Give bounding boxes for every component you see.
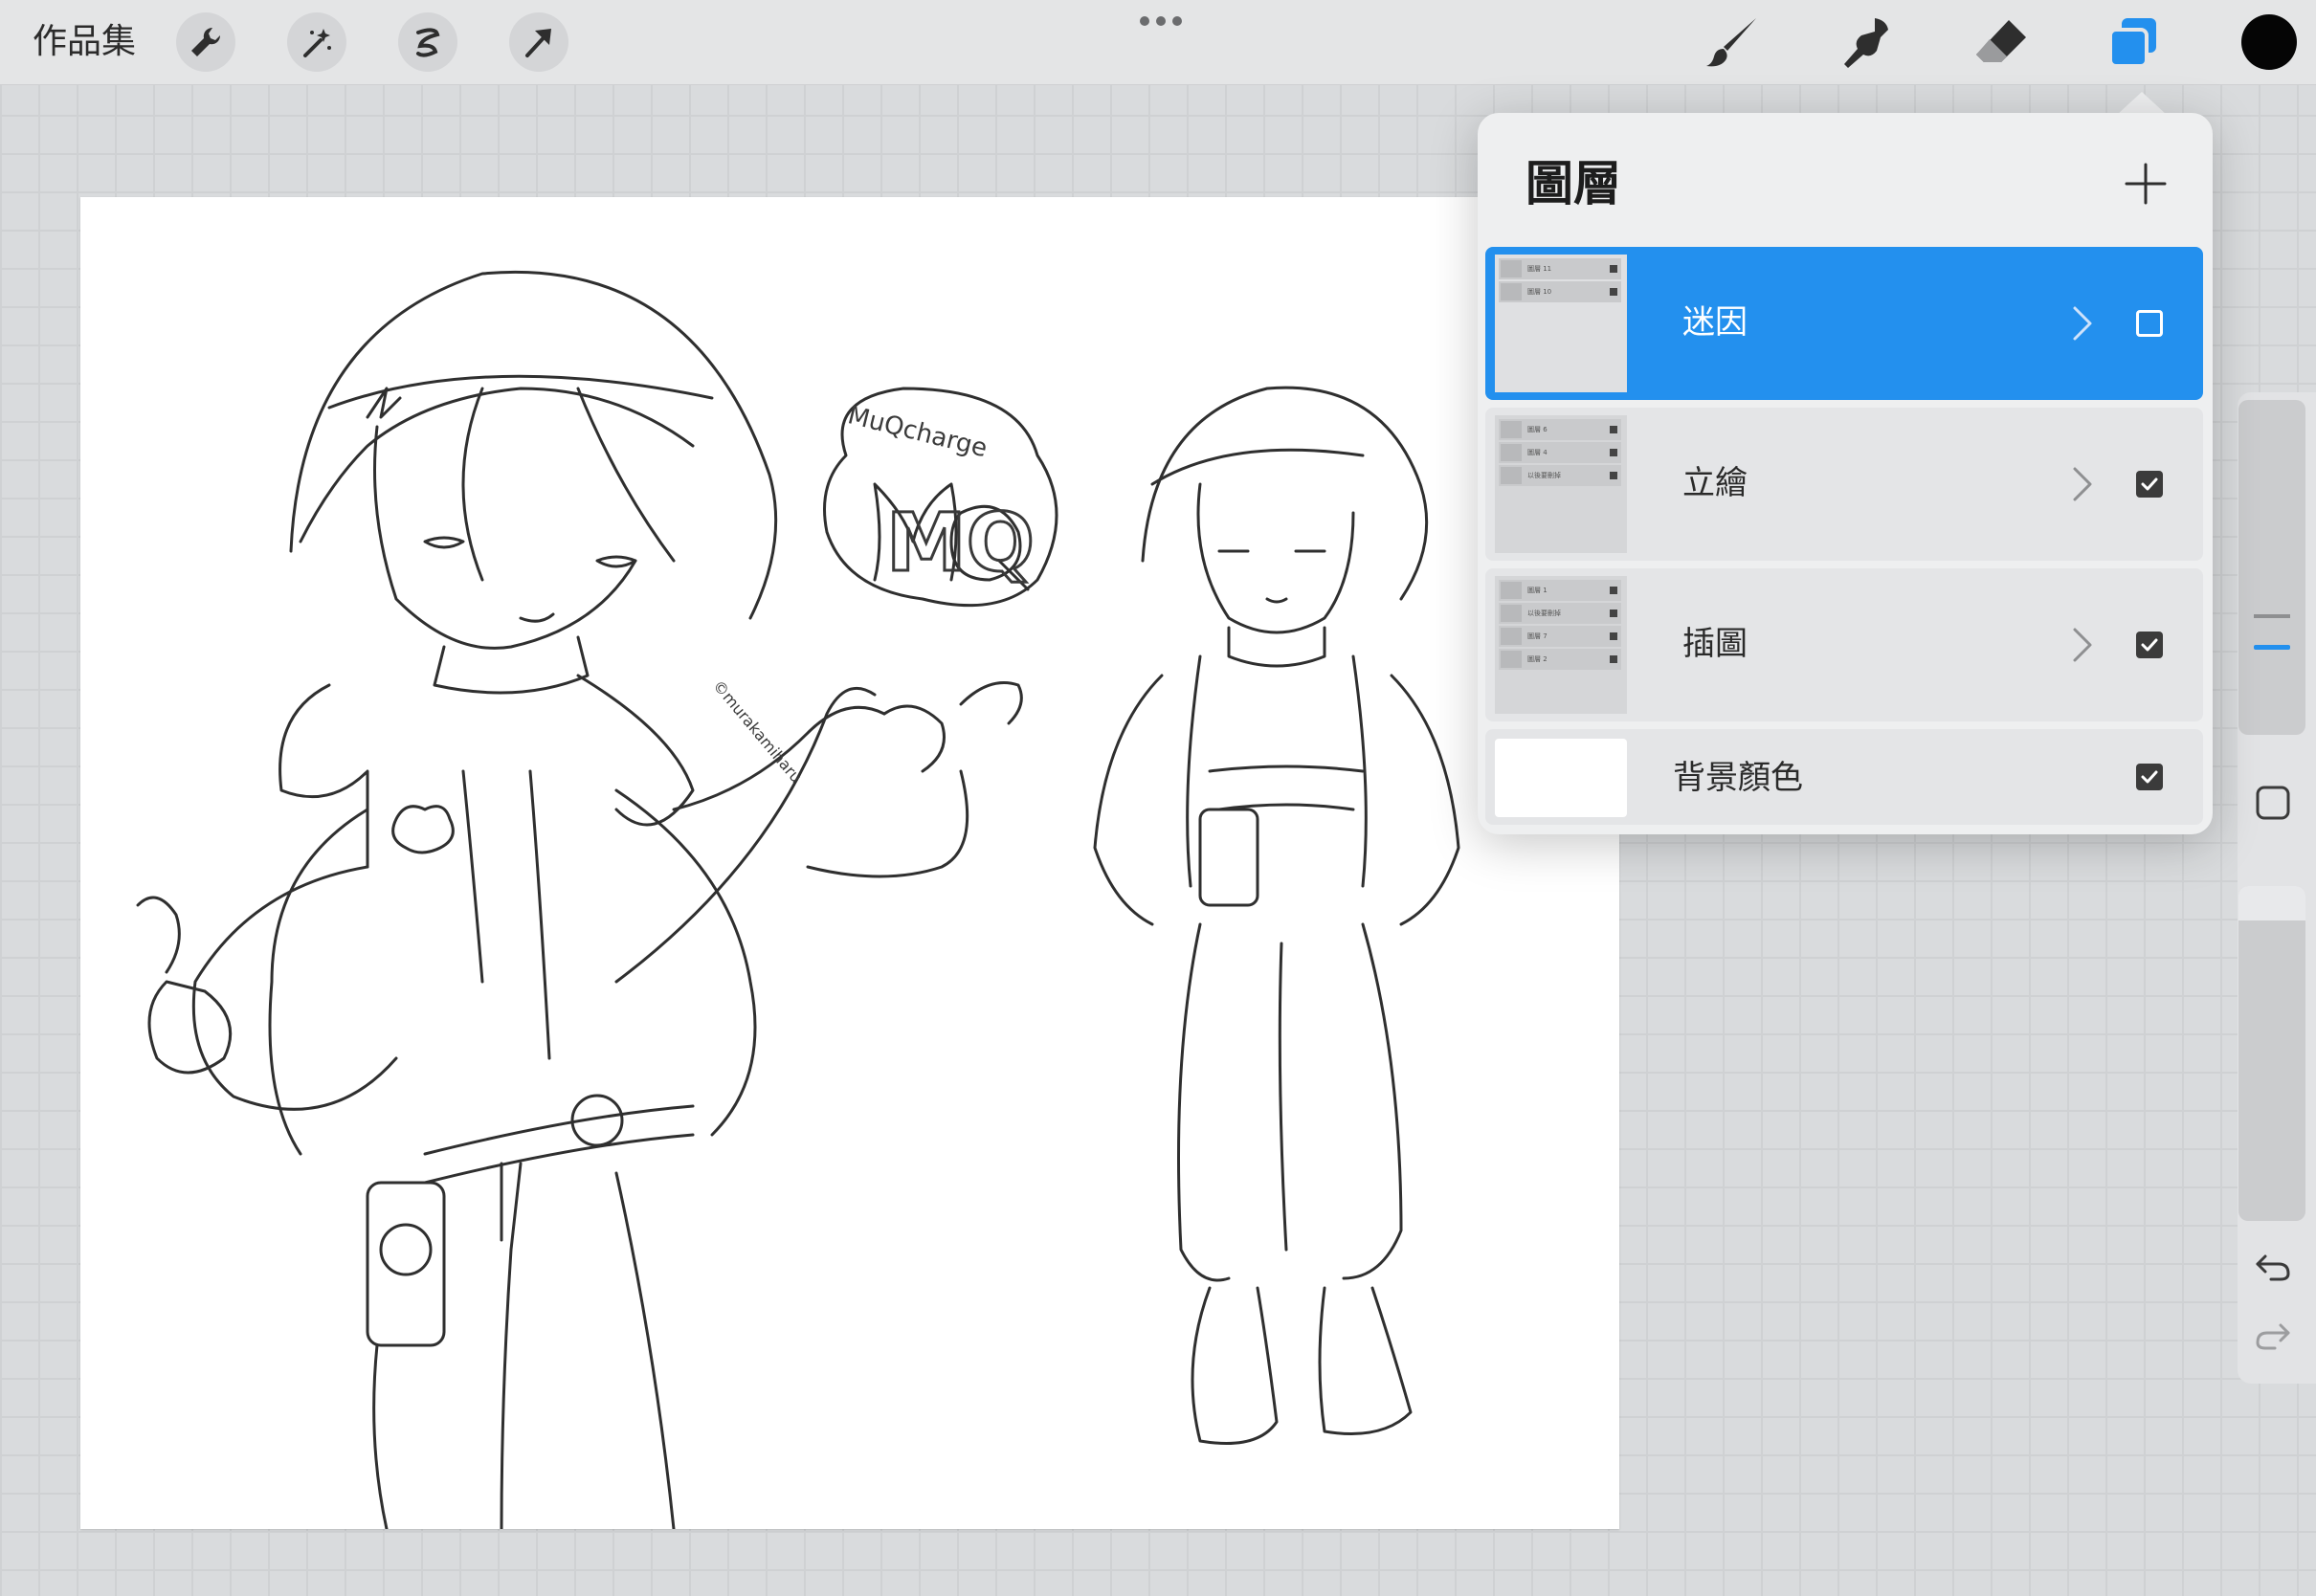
layer-name: 插圖 <box>1682 625 1748 663</box>
thumb-row: 圖層 11 <box>1499 258 1621 279</box>
adjustments-button[interactable] <box>287 12 346 72</box>
panel-title: 圖層 <box>1525 156 1621 211</box>
layer-thumbnail: 圖層 1 以後要刪掉 圖層 7 圖層 2 <box>1495 576 1627 714</box>
checkmark-icon <box>2141 477 2158 491</box>
transform-arrow-icon <box>525 29 551 57</box>
layer-name: 背景顏色 <box>1673 759 1803 797</box>
selection-icon <box>416 28 440 57</box>
thumb-row: 以後要刪掉 <box>1499 603 1621 624</box>
chevron-right-icon[interactable] <box>2071 465 2094 503</box>
signature-text: ©murakamiharu <box>709 676 805 787</box>
thumb-row: 圖層 7 <box>1499 626 1621 647</box>
more-dots-icon[interactable] <box>1139 15 1183 27</box>
gallery-button[interactable]: 作品集 <box>33 17 136 67</box>
thumb-row: 圖層 10 <box>1499 281 1621 302</box>
smudge-icon <box>1844 18 1888 68</box>
layers-icon <box>2108 18 2156 68</box>
layer-visibility-checkbox[interactable] <box>2136 764 2163 790</box>
thumb-row: 圖層 4 <box>1499 442 1621 463</box>
color-picker-button[interactable] <box>2241 14 2297 70</box>
thumb-row: 圖層 6 <box>1499 419 1621 440</box>
brush-size-tick <box>2254 614 2290 618</box>
panel-pointer <box>2117 92 2167 115</box>
undo-button[interactable] <box>2249 1242 2297 1290</box>
layer-thumbnail: 圖層 6 圖層 4 以後要刪掉 <box>1495 415 1627 553</box>
chevron-right-icon[interactable] <box>2071 304 2094 343</box>
wrench-icon <box>191 27 221 56</box>
checkmark-icon <box>2141 638 2158 652</box>
brush-size-handle[interactable] <box>2254 645 2290 650</box>
eraser-button[interactable] <box>1971 13 2031 73</box>
actions-button[interactable] <box>176 12 235 72</box>
brush-icon <box>1706 18 1756 67</box>
layer-thumbnail: 圖層 11 圖層 10 <box>1495 255 1627 392</box>
badge-logo: MQ <box>886 496 1035 589</box>
layer-row-meme[interactable]: 圖層 11 圖層 10 迷因 <box>1485 247 2203 400</box>
selection-button[interactable] <box>398 12 457 72</box>
layer-row-standing[interactable]: 圖層 6 圖層 4 以後要刪掉 立繪 <box>1485 408 2203 561</box>
badge-text: MuQcharge <box>845 401 991 463</box>
modify-square-icon <box>2256 786 2290 820</box>
layer-row-background[interactable]: 背景顏色 <box>1485 729 2203 825</box>
modify-button[interactable] <box>2249 779 2297 827</box>
brush-button[interactable] <box>1704 13 1763 73</box>
sketch-artwork: MuQcharge MQ ©murakamiharu <box>136 270 1460 1529</box>
smudge-button[interactable] <box>1839 13 1899 73</box>
thumb-row: 圖層 1 <box>1499 580 1621 601</box>
undo-icon <box>2256 1254 2290 1281</box>
layer-row-illustration[interactable]: 圖層 1 以後要刪掉 圖層 7 圖層 2 插圖 <box>1485 568 2203 721</box>
layer-visibility-checkbox[interactable] <box>2136 471 2163 498</box>
layer-visibility-checkbox[interactable] <box>2136 310 2163 337</box>
layers-button[interactable] <box>2104 13 2163 73</box>
magic-wand-icon <box>303 29 331 57</box>
opacity-handle[interactable] <box>2238 886 2305 920</box>
chevron-right-icon[interactable] <box>2071 626 2094 664</box>
add-layer-plus-icon[interactable] <box>2119 157 2172 211</box>
thumb-row: 以後要刪掉 <box>1499 465 1621 486</box>
top-toolbar: 作品集 <box>0 0 2316 85</box>
layers-panel: 圖層 圖層 11 圖層 10 迷因 圖層 6 圖層 4 以後要刪掉 立繪 圖層 … <box>1478 113 2213 834</box>
brush-size-slider[interactable] <box>2238 400 2305 735</box>
redo-icon <box>2256 1323 2290 1350</box>
layer-name: 立繪 <box>1682 464 1748 502</box>
transform-button[interactable] <box>509 12 568 72</box>
background-color-swatch[interactable] <box>1495 739 1627 817</box>
drawing-canvas[interactable]: MuQcharge MQ ©murakamiharu <box>80 197 1619 1529</box>
thumb-row: 圖層 2 <box>1499 649 1621 670</box>
redo-button[interactable] <box>2249 1311 2297 1359</box>
layer-name: 迷因 <box>1682 303 1748 342</box>
layer-visibility-checkbox[interactable] <box>2136 632 2163 658</box>
eraser-icon <box>1976 20 2026 62</box>
opacity-slider[interactable] <box>2238 886 2305 1221</box>
side-controls <box>2238 392 2316 1384</box>
checkmark-icon <box>2141 770 2158 784</box>
